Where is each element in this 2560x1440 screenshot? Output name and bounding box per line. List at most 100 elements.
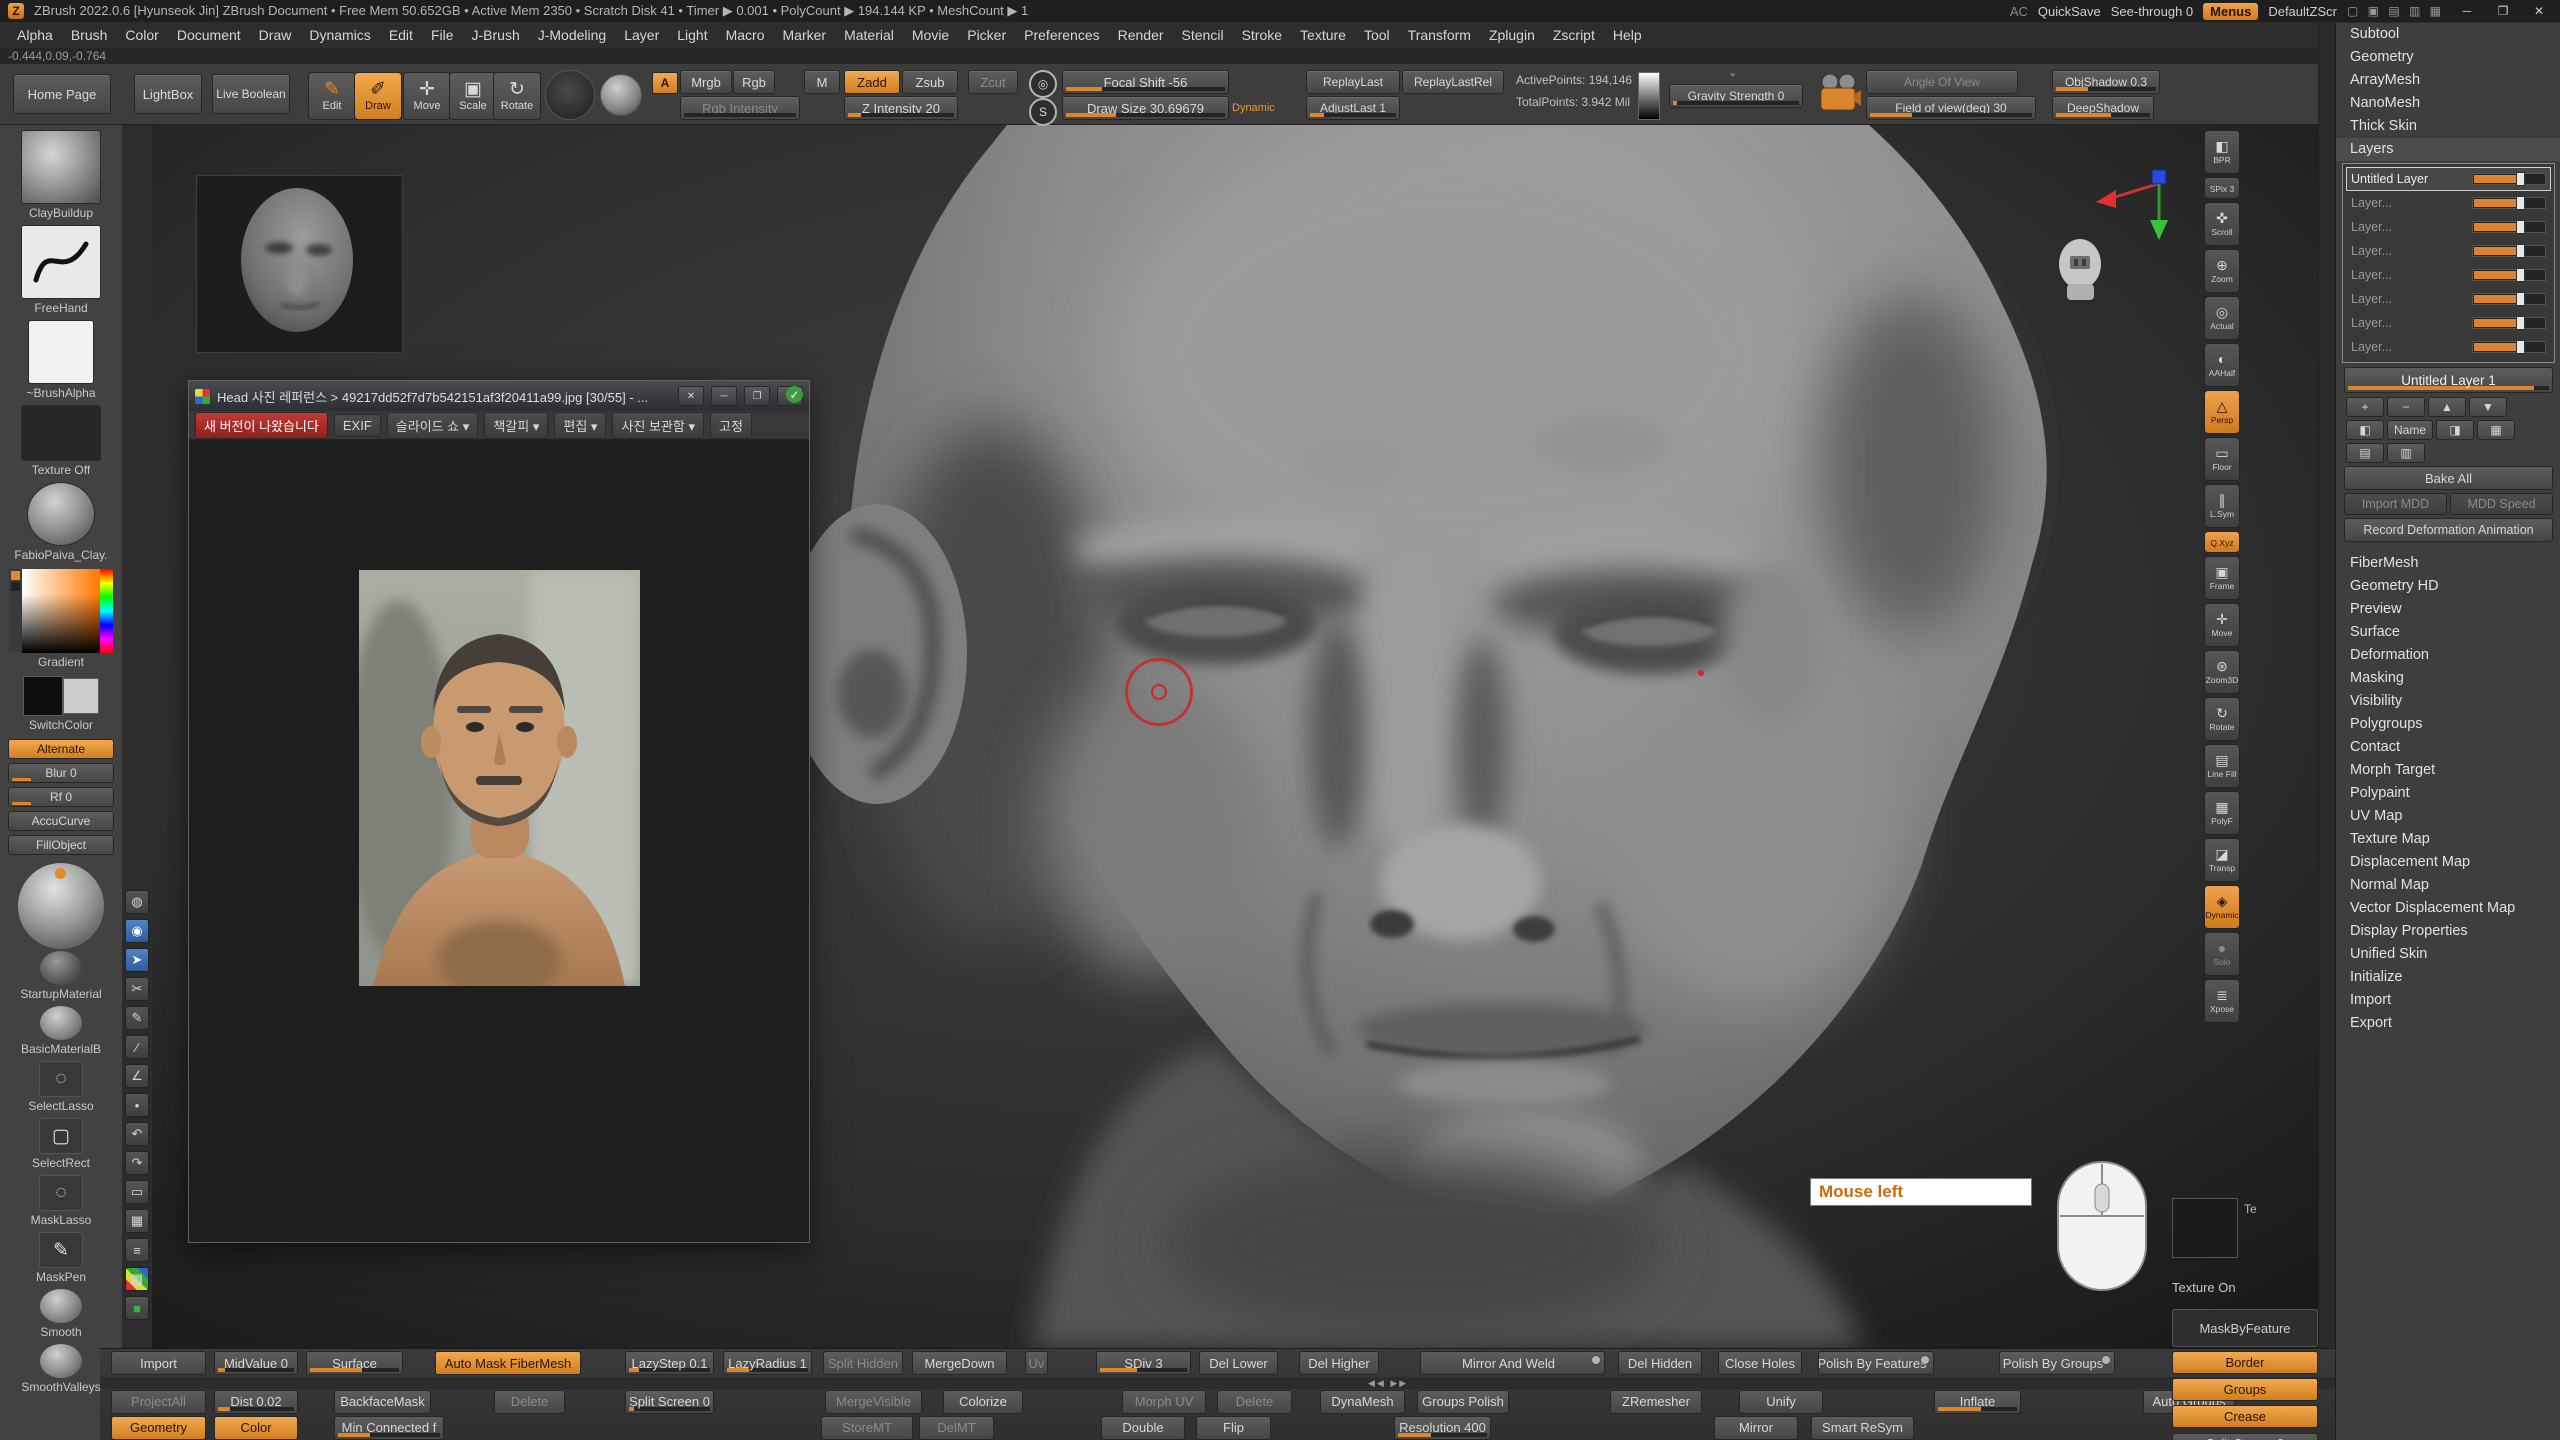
frame-button[interactable]: ▣ Frame — [2204, 556, 2240, 600]
projectall-button[interactable]: ProjectAll — [111, 1390, 206, 1414]
obj-shadow-slider[interactable]: ObjShadow 0.3 — [2052, 70, 2160, 94]
layer-slider-knob[interactable] — [2516, 340, 2525, 354]
palette-section[interactable]: ArrayMesh — [2336, 69, 2560, 92]
rotate-mode-button[interactable]: ↻ Rotate — [493, 72, 541, 120]
secondary-color-swatch[interactable] — [63, 678, 99, 714]
line-fill-button[interactable]: ▤ Line Fill — [2204, 744, 2240, 788]
alpha-preview[interactable] — [600, 74, 642, 116]
palette-section[interactable]: Initialize — [2336, 966, 2560, 989]
palette-section[interactable]: Surface — [2336, 621, 2560, 644]
layer-intensity-slider[interactable] — [2472, 317, 2546, 329]
double-button[interactable]: Double — [1101, 1416, 1185, 1440]
line-icon[interactable]: ∕ — [125, 1035, 149, 1059]
menu-item[interactable]: Light — [668, 24, 716, 46]
zoom-button[interactable]: ⊕ Zoom — [2204, 249, 2240, 293]
blur-slider[interactable]: Blur 0 — [8, 763, 114, 783]
quicksave-button[interactable]: QuickSave — [2038, 4, 2101, 19]
morph-uv-button[interactable]: Morph UV — [1122, 1390, 1206, 1414]
floor-button[interactable]: ▭ Floor — [2204, 437, 2240, 481]
palette-section[interactable]: Morph Target — [2336, 759, 2560, 782]
layer-intensity-slider[interactable] — [2472, 269, 2546, 281]
edit-mode-button[interactable]: ✎ Edit — [308, 72, 356, 120]
field-of-view-slider[interactable]: Field of view(deg) 30 — [1866, 96, 2036, 120]
slideshow-menu[interactable]: 슬라이드 쇼 ▾ — [387, 412, 479, 439]
delete-button[interactable]: Delete — [494, 1390, 565, 1414]
palette-section[interactable]: Normal Map — [2336, 874, 2560, 897]
quick-xyz-button[interactable]: Q.Xyz — [2204, 531, 2240, 553]
layer-row[interactable]: Layer... — [2346, 191, 2551, 215]
fillobject-button[interactable]: FillObject — [8, 835, 114, 855]
layer-slider-knob[interactable] — [2516, 316, 2525, 330]
polish-by-features-slider[interactable]: Polish By Features — [1818, 1351, 1934, 1375]
ref-minimize-button[interactable]: ─ — [711, 386, 737, 406]
move-mode-button[interactable]: ✛ Move — [403, 72, 451, 120]
layer-slider-knob[interactable] — [2516, 268, 2525, 282]
layer-row[interactable]: Layer... — [2346, 215, 2551, 239]
visibility-eye-icon[interactable]: ◉ — [125, 919, 149, 943]
lightbulb-icon[interactable]: ◍ — [125, 890, 149, 914]
menu-item[interactable]: Help — [1604, 24, 1651, 46]
current-stroke-thumbnail[interactable] — [21, 225, 101, 299]
menu-item[interactable]: Zplugin — [1480, 24, 1544, 46]
lazyradius-slider[interactable]: LazyRadius 1 — [723, 1351, 812, 1375]
reference-image-window[interactable]: Head 사진 레퍼런스 > 49217dd52f7d7b542151af3f2… — [188, 380, 810, 1243]
close-holes-button[interactable]: Close Holes — [1718, 1351, 1802, 1375]
palette-section[interactable]: Subtool — [2336, 23, 2560, 46]
layer-slider-knob[interactable] — [2516, 196, 2525, 210]
mirror-button[interactable]: Mirror — [1714, 1416, 1798, 1440]
exif-button[interactable]: EXIF — [334, 414, 381, 437]
smooth-valleys-brush[interactable] — [40, 1344, 82, 1378]
menu-item[interactable]: Document — [168, 24, 250, 46]
m-button[interactable]: M — [804, 70, 840, 94]
scale-mode-button[interactable]: ▣ Scale — [449, 72, 497, 120]
zcut-button[interactable]: Zcut — [968, 70, 1018, 94]
zremesher-button[interactable]: ZRemesher — [1610, 1390, 1702, 1414]
flip-button[interactable]: Flip — [1196, 1416, 1271, 1440]
angle-icon[interactable]: ∠ — [125, 1064, 149, 1088]
deep-shadow-slider[interactable]: DeepShadow — [2052, 96, 2154, 120]
minimize-button[interactable]: ─ — [2454, 4, 2480, 18]
dynamic-toggle[interactable]: Dynamic — [1232, 102, 1275, 114]
groups-button[interactable]: Groups — [2172, 1378, 2318, 1401]
rgb-button[interactable]: Rgb — [733, 70, 775, 94]
menu-item[interactable]: Texture — [1291, 24, 1355, 46]
sidebar-item[interactable]: Smooth — [40, 1289, 82, 1344]
bpr-render-button[interactable]: ◧ BPR — [2204, 130, 2240, 174]
document-canvas[interactable]: Mouse left Head 사진 레퍼런스 > 49217dd52f7d7b… — [152, 124, 2318, 1348]
layer-slider-knob[interactable] — [2516, 220, 2525, 234]
layer-row[interactable]: Layer... — [2346, 239, 2551, 263]
split-screen-slider[interactable]: Split Screen 0 — [2172, 1433, 2318, 1440]
surface-slider[interactable]: Surface — [306, 1351, 403, 1375]
layer-control-button[interactable]: ▼ — [2469, 397, 2507, 417]
pin-button[interactable]: 고정 — [710, 412, 752, 439]
replay-last-rel-button[interactable]: ReplayLastRel — [1402, 70, 1504, 94]
grid-icon[interactable]: ▦ — [125, 1209, 149, 1233]
palette-section[interactable]: Vector Displacement Map — [2336, 897, 2560, 920]
solo-button[interactable]: ● Solo — [2204, 932, 2240, 976]
undo-icon[interactable]: ↶ — [125, 1122, 149, 1146]
palette-section[interactable]: Contact — [2336, 736, 2560, 759]
menu-item[interactable]: Preferences — [1015, 24, 1108, 46]
mask-pen-brush[interactable]: ✎ — [39, 1232, 83, 1268]
smart-resym-button[interactable]: Smart ReSym — [1811, 1416, 1914, 1440]
layer-slider-knob[interactable] — [2516, 172, 2525, 186]
list-icon[interactable]: ≡ — [125, 1238, 149, 1262]
see-through-slider[interactable]: See-through 0 — [2111, 4, 2193, 19]
menu-item[interactable]: Draw — [250, 24, 301, 46]
home-page-button[interactable]: Home Page — [13, 74, 111, 114]
layer-control-button[interactable]: ▲ — [2428, 397, 2466, 417]
palette-section[interactable]: Export — [2336, 1012, 2560, 1035]
angle-of-view-button[interactable]: Angle Of View — [1866, 70, 2018, 94]
polyframe-button[interactable]: ▦ PolyF — [2204, 791, 2240, 835]
zadd-button[interactable]: Zadd — [844, 70, 900, 94]
pencil-icon[interactable]: ✎ — [125, 1006, 149, 1030]
auto-mask-fibermesh-button[interactable]: Auto Mask FiberMesh — [435, 1351, 581, 1375]
menu-item[interactable]: J-Brush — [463, 24, 529, 46]
storemt-button[interactable]: StoreMT — [821, 1416, 913, 1440]
menu-item[interactable]: Movie — [903, 24, 958, 46]
current-texture-thumbnail[interactable] — [21, 405, 101, 461]
menu-item[interactable]: Tool — [1355, 24, 1399, 46]
uv-button[interactable]: Uv — [1025, 1351, 1048, 1375]
menu-item[interactable]: Stroke — [1233, 24, 1291, 46]
menu-item[interactable]: Render — [1109, 24, 1173, 46]
